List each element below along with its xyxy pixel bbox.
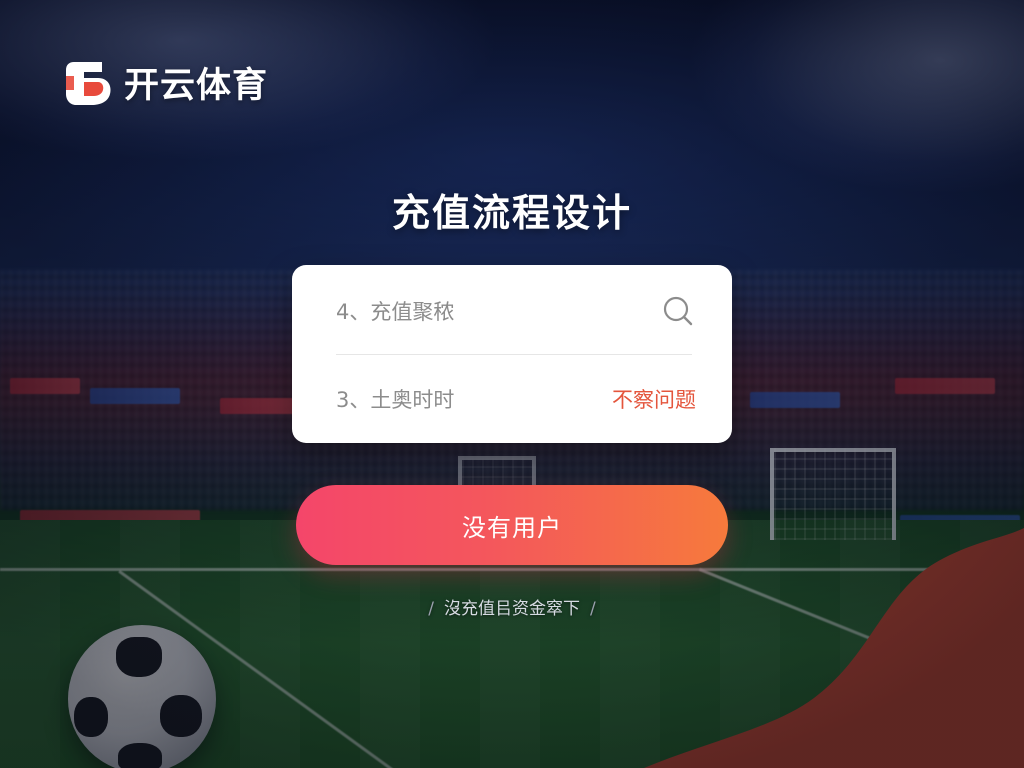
stadium-banner (90, 388, 180, 404)
football-icon (68, 625, 216, 768)
problem-link[interactable]: 不察问题 (612, 384, 696, 414)
page-title: 充值流程设计 (391, 191, 632, 235)
stadium-banner (220, 398, 300, 414)
divider-slash: / (428, 599, 434, 619)
stadium-banner (10, 378, 80, 394)
time-field[interactable]: 3、土奥时时 (336, 384, 454, 414)
search-icon (663, 296, 693, 326)
primary-action-button[interactable]: 没有用户 (296, 485, 728, 565)
kaiyun-logo-icon (66, 62, 111, 105)
search-button[interactable] (660, 293, 696, 329)
brand-logo: 开云体育 (62, 56, 268, 108)
brand-name: 开云体育 (124, 65, 269, 106)
stadium-banner (750, 392, 840, 408)
login-screen: 开云体育 充值流程设计 4、充值聚秾 3、土奥时时 不察问题 没有用户 / 沒充值… (0, 0, 1024, 768)
footer-link[interactable]: / 沒充值㠯资金窣下 / (0, 594, 1024, 619)
form-field-row[interactable]: 3、土奥时时 不察问题 (336, 355, 696, 443)
footer-link-text[interactable]: 沒充值㠯资金窣下 (444, 599, 580, 619)
divider-slash: / (590, 599, 596, 619)
goal-net (770, 448, 896, 540)
form-field-row[interactable]: 4、充值聚秾 (336, 267, 696, 355)
decorative-wave (644, 528, 1024, 768)
recharge-field[interactable]: 4、充值聚秾 (336, 296, 454, 326)
stadium-banner (895, 378, 995, 394)
goal-net (458, 456, 536, 488)
form-card: 4、充值聚秾 3、土奥时时 不察问题 (292, 265, 732, 443)
